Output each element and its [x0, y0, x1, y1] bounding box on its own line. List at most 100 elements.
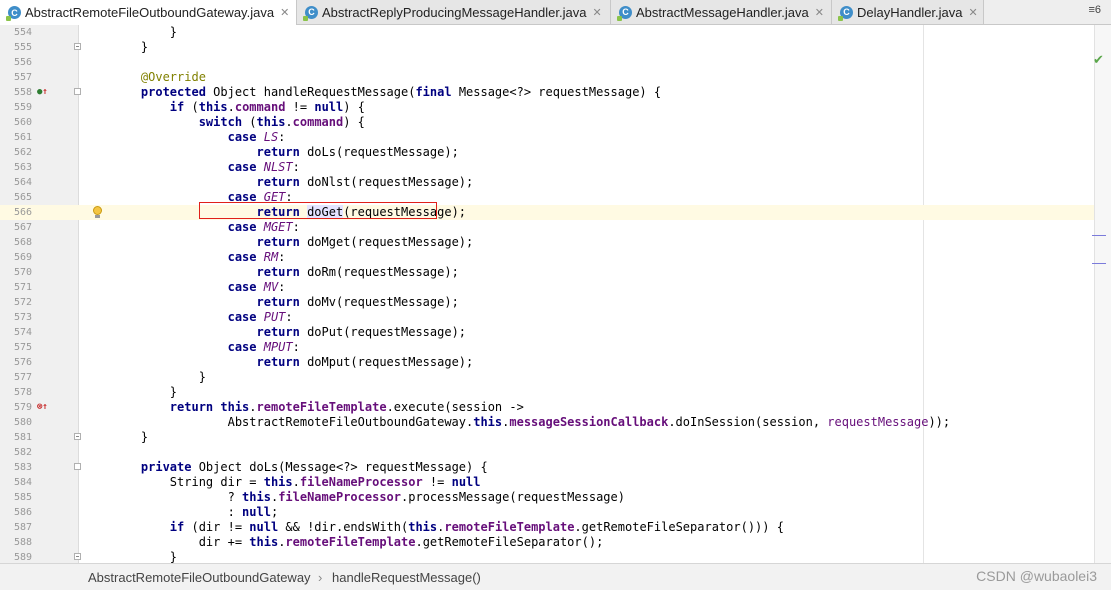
line-number[interactable]: 556 — [0, 55, 32, 70]
line-number[interactable]: 564 — [0, 175, 32, 190]
code-line[interactable]: 565 case GET: — [0, 190, 1094, 205]
line-number[interactable]: 578 — [0, 385, 32, 400]
line-number[interactable]: 561 — [0, 130, 32, 145]
line-number[interactable]: 573 — [0, 310, 32, 325]
code-line[interactable]: 582 — [0, 445, 1094, 460]
code-line[interactable]: 589 } — [0, 550, 1094, 563]
fold-toggle-icon[interactable] — [74, 433, 81, 440]
line-number[interactable]: 554 — [0, 25, 32, 40]
code-line[interactable]: 567 case MGET: — [0, 220, 1094, 235]
code-text: if (dir != null && !dir.endsWith(this.re… — [112, 520, 784, 535]
fold-toggle-icon[interactable] — [74, 43, 81, 50]
line-number[interactable]: 584 — [0, 475, 32, 490]
line-number[interactable]: 562 — [0, 145, 32, 160]
tab-2[interactable]: C AbstractReplyProducingMessageHandler.ja… — [297, 0, 611, 24]
code-line[interactable]: 570 return doRm(requestMessage); — [0, 265, 1094, 280]
line-number[interactable]: 588 — [0, 535, 32, 550]
tab-3[interactable]: C AbstractMessageHandler.java ✕ — [611, 0, 832, 24]
override-method-icon[interactable]: ●↑ — [37, 87, 51, 98]
code-line[interactable]: 572 return doMv(requestMessage); — [0, 295, 1094, 310]
line-number[interactable]: 582 — [0, 445, 32, 460]
line-number[interactable]: 575 — [0, 340, 32, 355]
code-line[interactable]: 562 return doLs(requestMessage); — [0, 145, 1094, 160]
line-number[interactable]: 579 — [0, 400, 32, 415]
code-line[interactable]: 568 return doMget(requestMessage); — [0, 235, 1094, 250]
line-number[interactable]: 583 — [0, 460, 32, 475]
scroll-marker[interactable] — [1092, 263, 1106, 264]
tab-4[interactable]: C DelayHandler.java ✕ — [832, 0, 984, 24]
line-number[interactable]: 558 — [0, 85, 32, 100]
line-number[interactable]: 576 — [0, 355, 32, 370]
line-number[interactable]: 571 — [0, 280, 32, 295]
line-number[interactable]: 587 — [0, 520, 32, 535]
code-line[interactable]: 579 ⊗↑ return this.remoteFileTemplate.exe… — [0, 400, 1094, 415]
code-line[interactable]: 554 } — [0, 25, 1094, 40]
tab-1[interactable]: C AbstractRemoteFileOutboundGateway.java ✕ — [0, 0, 297, 25]
line-number[interactable]: 577 — [0, 370, 32, 385]
code-line[interactable]: 585 ? this.fileNameProcessor.processMess… — [0, 490, 1094, 505]
code-line[interactable]: 588 dir += this.remoteFileTemplate.getRe… — [0, 535, 1094, 550]
line-number[interactable]: 565 — [0, 190, 32, 205]
line-number[interactable]: 566 — [0, 205, 32, 220]
line-number[interactable]: 581 — [0, 430, 32, 445]
close-icon[interactable]: ✕ — [969, 6, 978, 19]
line-number[interactable]: 570 — [0, 265, 32, 280]
fold-toggle-icon[interactable] — [74, 88, 81, 95]
close-icon[interactable]: ✕ — [815, 6, 824, 19]
close-icon[interactable]: ✕ — [592, 6, 601, 19]
breadcrumb-method[interactable]: handleRequestMessage() — [332, 570, 481, 585]
code-line[interactable]: 580 AbstractRemoteFileOutboundGateway.th… — [0, 415, 1094, 430]
code-line[interactable]: 569 case RM: — [0, 250, 1094, 265]
code-line[interactable]: 583 private Object doLs(Message<?> reque… — [0, 460, 1094, 475]
line-number[interactable]: 560 — [0, 115, 32, 130]
code-line[interactable]: 558 ●↑ protected Object handleRequestMess… — [0, 85, 1094, 100]
code-line[interactable]: 587 if (dir != null && !dir.endsWith(thi… — [0, 520, 1094, 535]
code-line[interactable]: 555 } — [0, 40, 1094, 55]
line-number[interactable]: 555 — [0, 40, 32, 55]
code-line[interactable]: 563 case NLST: — [0, 160, 1094, 175]
code-line[interactable]: 566 return doGet(requestMessage); — [0, 205, 1094, 220]
breadcrumb-class[interactable]: AbstractRemoteFileOutboundGateway — [88, 570, 311, 585]
code-line[interactable]: 575 case MPUT: — [0, 340, 1094, 355]
code-line[interactable]: 571 case MV: — [0, 280, 1094, 295]
code-line[interactable]: 556 — [0, 55, 1094, 70]
line-number[interactable]: 567 — [0, 220, 32, 235]
line-number[interactable]: 574 — [0, 325, 32, 340]
error-marker-icon[interactable]: ⊗↑ — [37, 402, 51, 413]
line-number[interactable]: 580 — [0, 415, 32, 430]
line-number[interactable]: 559 — [0, 100, 32, 115]
vertical-scrollbar[interactable] — [1094, 25, 1111, 563]
code-text: case LS: — [112, 130, 286, 145]
code-token: Object doLs(Message<?> requestMessage) { — [198, 460, 488, 474]
line-number[interactable]: 557 — [0, 70, 32, 85]
line-number[interactable]: 569 — [0, 250, 32, 265]
code-line[interactable]: 559 if (this.command != null) { — [0, 100, 1094, 115]
code-line[interactable]: 576 return doMput(requestMessage); — [0, 355, 1094, 370]
code-line[interactable]: 564 return doNlst(requestMessage); — [0, 175, 1094, 190]
fold-toggle-icon[interactable] — [74, 463, 81, 470]
close-icon[interactable]: ✕ — [280, 6, 289, 19]
lightbulb-icon[interactable] — [92, 206, 103, 219]
code-line[interactable]: 581 } — [0, 430, 1094, 445]
code-line[interactable]: 578 } — [0, 385, 1094, 400]
code-line[interactable]: 586 : null; — [0, 505, 1094, 520]
tab-overflow-button[interactable]: ≡6 — [1088, 4, 1101, 16]
line-number[interactable]: 585 — [0, 490, 32, 505]
inspection-ok-icon[interactable]: ✔ — [1093, 53, 1107, 68]
line-number[interactable]: 568 — [0, 235, 32, 250]
line-number[interactable]: 586 — [0, 505, 32, 520]
code-line[interactable]: 573 case PUT: — [0, 310, 1094, 325]
line-number[interactable]: 563 — [0, 160, 32, 175]
line-number[interactable]: 589 — [0, 550, 32, 563]
code-line[interactable]: 560 switch (this.command) { — [0, 115, 1094, 130]
code-line[interactable]: 577 } — [0, 370, 1094, 385]
scroll-marker[interactable] — [1092, 235, 1106, 236]
fold-toggle-icon[interactable] — [74, 553, 81, 560]
code-line[interactable]: 557 @Override — [0, 70, 1094, 85]
code-line[interactable]: 561 case LS: — [0, 130, 1094, 145]
line-number[interactable]: 572 — [0, 295, 32, 310]
code-editor[interactable]: 554 } 555 } 556 557 @Override 558 ●↑ protecte… — [0, 25, 1111, 563]
code-line[interactable]: 574 return doPut(requestMessage); — [0, 325, 1094, 340]
code-line[interactable]: 584 String dir = this.fileNameProcessor … — [0, 475, 1094, 490]
code-token: doMput(requestMessage); — [307, 355, 474, 369]
